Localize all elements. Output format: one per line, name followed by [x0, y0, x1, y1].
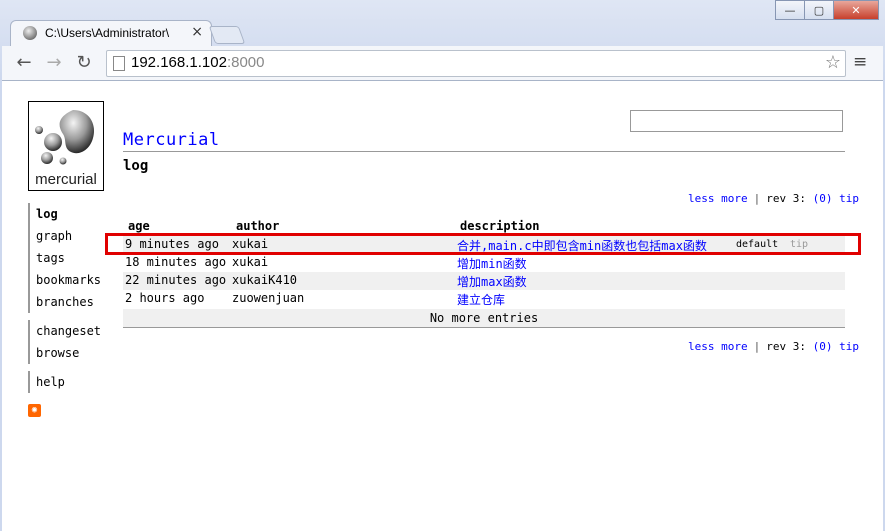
row-author: zuowenjuan: [232, 291, 305, 305]
maximize-button[interactable]: ▢: [804, 0, 834, 20]
sidebar-menu-help: help: [28, 371, 65, 393]
highlight-annotation-box: [105, 233, 861, 255]
column-header-description: description: [460, 219, 540, 233]
sidebar-item-browse[interactable]: browse: [36, 342, 101, 364]
page-content: mercurial Mercurial log log graph tags b…: [2, 81, 883, 531]
page-title[interactable]: Mercurial: [123, 130, 220, 150]
browser-chrome: C:\Users\Administrator\ × — ▢ ✕ ← → ↻ 19…: [0, 0, 885, 81]
mercurial-favicon-icon: [23, 26, 37, 40]
row-age: 22 minutes ago: [125, 273, 227, 287]
new-tab-button[interactable]: [208, 26, 246, 44]
sidebar-item-tags[interactable]: tags: [36, 247, 101, 269]
mercurial-droplet-icon: [35, 110, 95, 165]
browser-toolbar: ← → ↻ 192.168.1.102:8000 ☆ ≡: [2, 46, 883, 80]
row-description-link[interactable]: 增加max函数: [457, 273, 527, 290]
less-link[interactable]: less: [688, 340, 715, 353]
page-nav-top: less more | rev 3: (0) tip: [688, 192, 859, 205]
browser-menu-icon[interactable]: ≡: [853, 52, 867, 72]
rev-label: rev 3:: [766, 192, 806, 205]
sidebar-menu-main: log graph tags bookmarks branches: [28, 203, 101, 313]
url-text: 192.168.1.102:8000: [131, 54, 265, 71]
row-age: 2 hours ago: [125, 291, 205, 305]
reload-icon[interactable]: ↻: [72, 51, 96, 75]
rev-tip-link[interactable]: tip: [839, 340, 859, 353]
table-row: 18 minutes ago xukai 增加min函数: [123, 254, 845, 272]
sidebar-item-bookmarks[interactable]: bookmarks: [36, 269, 101, 291]
less-link[interactable]: less: [688, 192, 715, 205]
forward-arrow-icon[interactable]: →: [42, 51, 66, 75]
more-link[interactable]: more: [721, 340, 748, 353]
sidebar-item-log[interactable]: log: [36, 203, 101, 225]
sidebar-item-graph[interactable]: graph: [36, 225, 101, 247]
table-row: 22 minutes ago xukaiK410 增加max函数: [123, 272, 845, 290]
rev-zero-link[interactable]: (0): [813, 192, 833, 205]
rev-tip-link[interactable]: tip: [839, 192, 859, 205]
bookmark-star-icon[interactable]: ☆: [825, 52, 841, 73]
rss-feed-icon[interactable]: ◉: [28, 404, 41, 417]
title-divider: [123, 151, 845, 152]
sidebar-item-changeset[interactable]: changeset: [36, 320, 101, 342]
sidebar-item-help[interactable]: help: [36, 371, 65, 393]
column-header-author: author: [236, 219, 280, 233]
mercurial-logo[interactable]: mercurial: [28, 101, 104, 191]
rev-zero-link[interactable]: (0): [813, 340, 833, 353]
close-window-button[interactable]: ✕: [833, 0, 879, 20]
row-description-link[interactable]: 建立仓库: [457, 291, 505, 308]
more-link[interactable]: more: [721, 192, 748, 205]
table-bottom-divider: [123, 327, 845, 328]
column-header-age: age: [128, 219, 150, 233]
sidebar-menu-changeset: changeset browse: [28, 320, 101, 364]
browser-tab[interactable]: C:\Users\Administrator\ ×: [10, 20, 212, 47]
row-author: xukai: [232, 255, 269, 269]
tab-title: C:\Users\Administrator\: [45, 26, 170, 40]
window-controls: — ▢ ✕: [775, 0, 879, 20]
row-author: xukaiK410: [232, 273, 298, 287]
table-row: 2 hours ago zuowenjuan 建立仓库: [123, 290, 845, 308]
minimize-button[interactable]: —: [775, 0, 805, 20]
page-nav-bottom: less more | rev 3: (0) tip: [688, 340, 859, 353]
nav-separator: |: [753, 192, 761, 205]
rev-label: rev 3:: [766, 340, 806, 353]
no-more-entries: No more entries: [123, 309, 845, 327]
page-subtitle: log: [123, 158, 149, 174]
row-description-link[interactable]: 增加min函数: [457, 255, 527, 272]
search-input[interactable]: [630, 110, 843, 132]
sidebar-item-branches[interactable]: branches: [36, 291, 101, 313]
address-bar[interactable]: 192.168.1.102:8000 ☆: [106, 50, 846, 77]
row-age: 18 minutes ago: [125, 255, 227, 269]
back-arrow-icon[interactable]: ←: [12, 51, 36, 75]
nav-separator: |: [753, 340, 761, 353]
page-icon: [113, 56, 125, 71]
tab-close-icon[interactable]: ×: [191, 24, 203, 40]
logo-text: mercurial: [35, 171, 97, 188]
